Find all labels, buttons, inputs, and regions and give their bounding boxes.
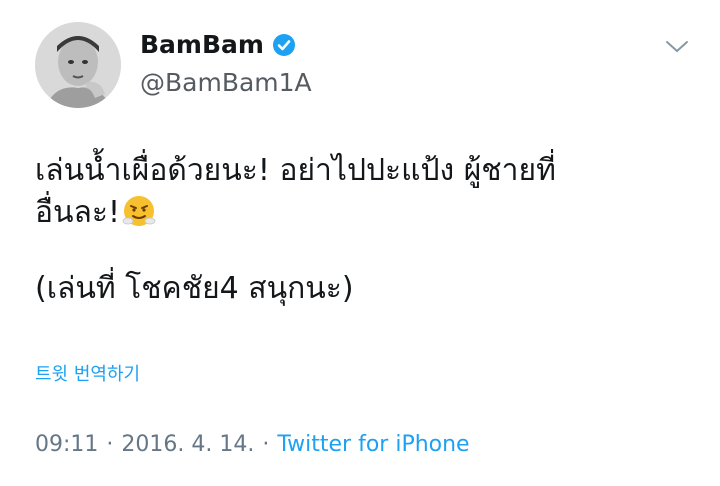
tweet-line-1: เล่นน้ำเผื่อด้วยนะ! อย่าไปปะแป้ง ผู้ชายท…	[35, 153, 556, 188]
tweet-card: BamBam @BamBam1A เล่นน้ำเผื่อด้วยนะ! อย่…	[0, 0, 720, 486]
tweet-date[interactable]: 2016. 4. 14.	[121, 432, 254, 457]
tweet-line-2: อื่นละ!	[35, 192, 695, 234]
name-row: BamBam	[140, 30, 296, 59]
chevron-down-icon[interactable]	[664, 38, 690, 56]
tweet-time[interactable]: 09:11	[35, 432, 98, 457]
tweet-meta: 09:11 · 2016. 4. 14. · Twitter for iPhon…	[35, 432, 470, 457]
meta-separator: ·	[262, 432, 270, 457]
tweet-source-link[interactable]: Twitter for iPhone	[277, 432, 469, 457]
translate-tweet-link[interactable]: 트윗 번역하기	[35, 360, 140, 386]
user-handle[interactable]: @BamBam1A	[140, 68, 312, 97]
meta-separator: ·	[106, 432, 114, 457]
avatar[interactable]	[35, 22, 121, 108]
face-with-steam-icon	[122, 194, 156, 228]
display-name[interactable]: BamBam	[140, 30, 264, 59]
tweet-paragraph-2: (เล่นที่ โชคชัย4 สนุกนะ)	[35, 271, 354, 306]
verified-badge-icon	[272, 33, 296, 57]
tweet-text: เล่นน้ำเผื่อด้วยนะ! อย่าไปปะแป้ง ผู้ชายท…	[35, 150, 695, 310]
tweet-line-2-text: อื่นละ!	[35, 195, 121, 230]
